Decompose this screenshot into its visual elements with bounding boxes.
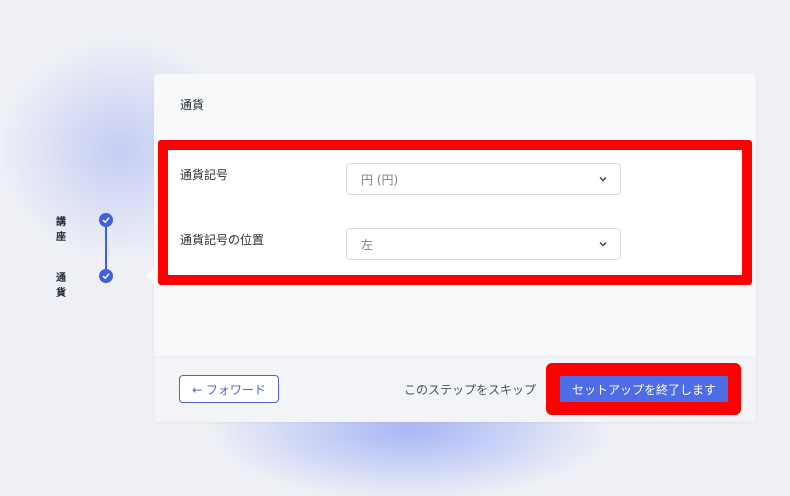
step-current-icon[interactable]	[99, 269, 113, 283]
symbol-position-label: 通貨記号の位置	[180, 233, 265, 247]
step-connector	[105, 226, 107, 270]
skip-step-link[interactable]: このステップをスキップ	[404, 381, 536, 398]
check-icon	[102, 217, 110, 224]
symbol-position-value: 左	[361, 237, 374, 252]
step-complete-icon[interactable]	[99, 213, 113, 227]
currency-symbol-select[interactable]: 円 (円)	[346, 163, 621, 195]
forward-button[interactable]: ← フォワード	[179, 375, 279, 403]
chevron-down-icon	[599, 242, 607, 247]
step-label-course: 講座	[56, 217, 66, 243]
check-icon	[102, 273, 110, 280]
currency-symbol-value: 円 (円)	[361, 172, 399, 187]
card-pointer	[146, 268, 154, 284]
chevron-down-icon	[599, 177, 607, 182]
currency-settings-panel	[158, 140, 752, 285]
currency-symbol-label: 通貨記号	[180, 168, 229, 182]
symbol-position-select[interactable]: 左	[346, 228, 621, 260]
step-label-currency: 通貨	[56, 273, 66, 299]
card-title: 通貨	[180, 98, 205, 112]
finish-setup-button[interactable]: セットアップを終了します	[560, 376, 728, 402]
